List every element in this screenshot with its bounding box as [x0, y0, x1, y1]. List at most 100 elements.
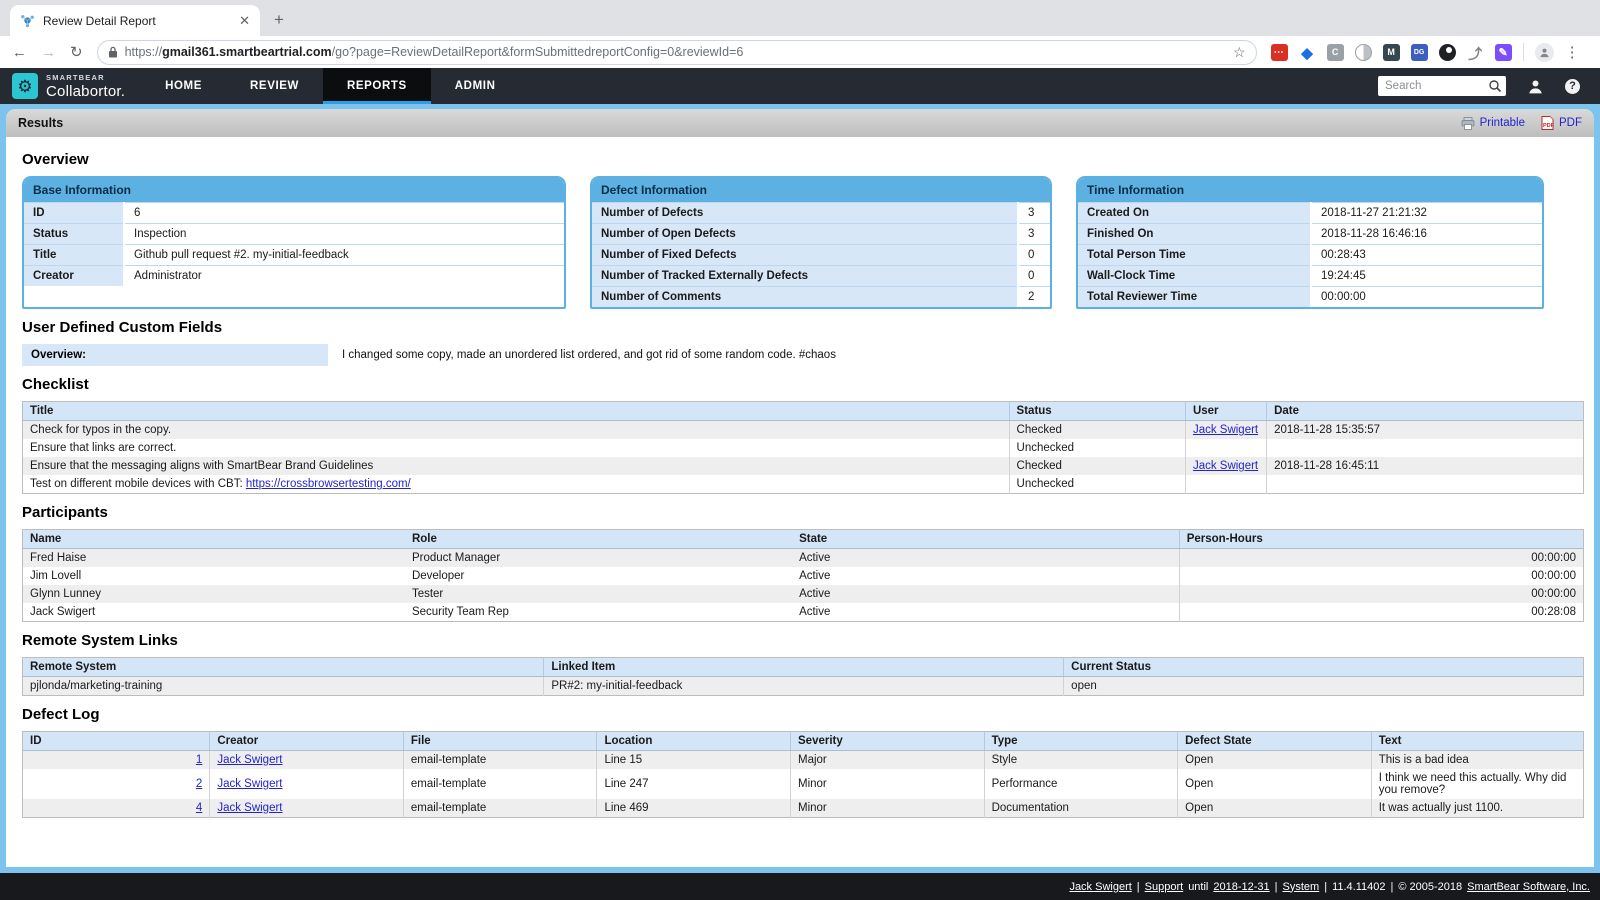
extension-c-icon[interactable]: C: [1327, 44, 1344, 61]
table-row: Ensure that links are correct. Unchecked: [23, 439, 1584, 457]
table-row: Jim Lovell Developer Active 00:00:00: [23, 567, 1584, 585]
extension-arrow-icon[interactable]: ⤴: [1467, 44, 1484, 61]
extension-circle-icon[interactable]: [1355, 44, 1372, 61]
table-row: Glynn Lunney Tester Active 00:00:00: [23, 585, 1584, 603]
checklist-table: Title Status User Date Check for typos i…: [22, 401, 1584, 494]
footer-support-date-link[interactable]: 2018-12-31: [1213, 881, 1269, 893]
participants-table: Name Role State Person-Hours Fred Haise …: [22, 529, 1584, 622]
page-frame: Results Printable PDF PDF Overview Base …: [0, 104, 1600, 873]
table-row: Created On2018-11-27 21:21:32: [1078, 203, 1542, 224]
browser-tab[interactable]: Review Detail Report ✕: [10, 5, 260, 36]
table-row: Fred Haise Product Manager Active 00:00:…: [23, 549, 1584, 568]
table-header-row: ID Creator File Location Severity Type D…: [23, 732, 1584, 751]
time-info-title: Time Information: [1078, 178, 1542, 202]
footer-system-link[interactable]: System: [1283, 881, 1320, 893]
overview-tables: Base Information ID6 StatusInspection Ti…: [22, 176, 1578, 309]
url-path: /go?page=ReviewDetailReport&formSubmitte…: [332, 45, 744, 59]
tab-close-icon[interactable]: ✕: [239, 13, 250, 29]
table-row: ID6: [24, 203, 564, 224]
custom-field-row: Overview: I changed some copy, made an u…: [22, 344, 1578, 366]
brand-collaborator: Collabortor.: [46, 83, 125, 100]
report-content: Overview Base Information ID6 StatusInsp…: [6, 137, 1594, 867]
search-box: [1378, 76, 1506, 96]
nav-reports[interactable]: REPORTS: [323, 68, 431, 104]
overview-heading: Overview: [22, 151, 1578, 168]
bookmark-star-icon[interactable]: ☆: [1233, 44, 1246, 61]
new-tab-button[interactable]: +: [274, 10, 284, 30]
participants-heading: Participants: [22, 504, 1578, 521]
remote-links-table: Remote System Linked Item Current Status…: [22, 657, 1584, 696]
forward-icon[interactable]: →: [41, 45, 56, 60]
table-row: StatusInspection: [24, 224, 564, 245]
table-row: pjlonda/marketing-training PR#2: my-init…: [23, 677, 1584, 696]
results-bar: Results Printable PDF PDF: [6, 109, 1594, 137]
table-header-row: Remote System Linked Item Current Status: [23, 658, 1584, 677]
footer-version: 11.4.11402: [1332, 881, 1385, 893]
extension-m-icon[interactable]: M: [1383, 44, 1400, 61]
footer-copyright: © 2005-2018: [1398, 881, 1462, 893]
table-row: Wall-Clock Time19:24:45: [1078, 266, 1542, 287]
lock-icon: [108, 46, 118, 58]
brand-smartbear: SMARTBEAR: [46, 73, 125, 82]
table-header-row: Name Role State Person-Hours: [23, 530, 1584, 549]
defect-id-link[interactable]: 2: [196, 778, 202, 790]
custom-field-value: I changed some copy, made an unordered l…: [342, 349, 836, 361]
defect-info-title: Defect Information: [592, 178, 1050, 202]
base-info-title: Base Information: [24, 178, 564, 202]
nav-home[interactable]: HOME: [141, 68, 226, 104]
table-row: Total Person Time00:28:43: [1078, 245, 1542, 266]
favicon-icon: [20, 13, 35, 28]
table-header-row: Title Status User Date: [23, 402, 1584, 421]
browser-tabstrip: Review Detail Report ✕ +: [0, 0, 1600, 36]
extension-red-icon[interactable]: ⋯: [1271, 44, 1288, 61]
user-link[interactable]: Jack Swigert: [1193, 460, 1258, 472]
browser-addressbar: ← → ↻ https:// gmail361.smartbeartrial.c…: [0, 36, 1600, 68]
footer-user-link[interactable]: Jack Swigert: [1069, 881, 1131, 893]
defect-id-link[interactable]: 4: [196, 802, 202, 814]
browser-profile-avatar[interactable]: [1535, 43, 1554, 62]
app-footer: Jack Swigert | Support until 2018-12-31 …: [0, 873, 1600, 900]
extension-dg-icon[interactable]: DG: [1411, 44, 1428, 61]
nav-review[interactable]: REVIEW: [226, 68, 323, 104]
creator-link[interactable]: Jack Swigert: [217, 754, 282, 766]
table-row: Number of Open Defects3: [592, 224, 1050, 245]
table-row: Number of Comments2: [592, 287, 1050, 308]
app-header: ⚙ SMARTBEAR Collabortor. HOME REVIEW REP…: [0, 68, 1600, 104]
table-row: Finished On2018-11-28 16:46:16: [1078, 224, 1542, 245]
app-logo[interactable]: ⚙ SMARTBEAR Collabortor.: [0, 68, 141, 104]
cbt-url-link[interactable]: https://crossbrowsertesting.com/: [246, 478, 411, 490]
table-row: TitleGithub pull request #2. my-initial-…: [24, 245, 564, 266]
extension-eye-icon[interactable]: [1439, 44, 1456, 61]
extension-pen-icon[interactable]: ✎: [1495, 44, 1512, 61]
creator-link[interactable]: Jack Swigert: [217, 778, 282, 790]
reload-icon[interactable]: ↻: [70, 45, 83, 60]
search-input[interactable]: [1378, 76, 1506, 96]
footer-company-link[interactable]: SmartBear Software, Inc.: [1467, 881, 1590, 893]
extension-icons: ⋯ ◆ C M DG ⤴ ✎ ⋮: [1271, 43, 1580, 62]
table-row: 4 Jack Swigert email-template Line 469 M…: [23, 799, 1584, 818]
nav-admin[interactable]: ADMIN: [431, 68, 520, 104]
user-link[interactable]: Jack Swigert: [1193, 424, 1258, 436]
extension-diamond-icon[interactable]: ◆: [1299, 44, 1316, 61]
table-row: Number of Tracked Externally Defects0: [592, 266, 1050, 287]
browser-menu-icon[interactable]: ⋮: [1565, 43, 1580, 61]
back-icon[interactable]: ←: [12, 45, 27, 60]
pdf-link[interactable]: PDF PDF: [1541, 116, 1582, 130]
results-title: Results: [18, 116, 63, 130]
printer-icon: [1461, 117, 1475, 130]
url-bar[interactable]: https:// gmail361.smartbeartrial.com /go…: [97, 40, 1257, 65]
printable-link[interactable]: Printable: [1461, 117, 1525, 130]
help-icon[interactable]: ?: [1565, 79, 1580, 94]
remote-links-heading: Remote System Links: [22, 632, 1578, 649]
user-icon[interactable]: [1528, 79, 1543, 94]
footer-support-link[interactable]: Support: [1145, 881, 1184, 893]
table-row: 1 Jack Swigert email-template Line 15 Ma…: [23, 751, 1584, 770]
creator-link[interactable]: Jack Swigert: [217, 802, 282, 814]
table-row: Ensure that the messaging aligns with Sm…: [23, 457, 1584, 475]
main-nav: HOME REVIEW REPORTS ADMIN: [141, 68, 519, 104]
table-row: Total Reviewer Time00:00:00: [1078, 287, 1542, 308]
table-row: Test on different mobile devices with CB…: [23, 475, 1584, 494]
search-icon[interactable]: [1488, 79, 1502, 93]
defect-id-link[interactable]: 1: [196, 754, 202, 766]
checklist-heading: Checklist: [22, 376, 1578, 393]
